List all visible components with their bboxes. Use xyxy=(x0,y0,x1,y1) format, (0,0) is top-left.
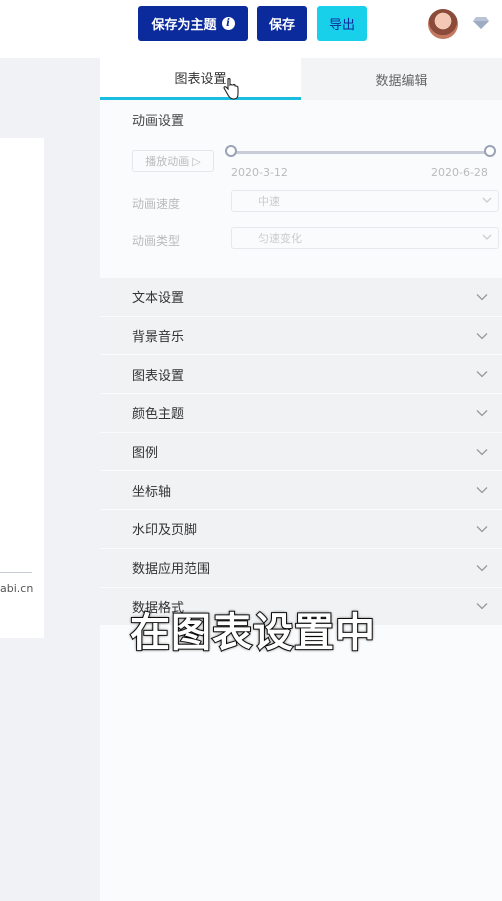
section-text-settings[interactable]: 文本设置 xyxy=(100,278,502,317)
play-icon: ▷ xyxy=(192,154,201,168)
chevron-down-icon xyxy=(476,332,488,339)
tab-chart-settings[interactable]: 图表设置 xyxy=(100,58,301,100)
section-label: 背景音乐 xyxy=(132,330,185,346)
slider-end-handle[interactable] xyxy=(484,145,496,157)
section-data-range[interactable]: 数据应用范围 xyxy=(100,548,502,588)
footer-divider xyxy=(0,572,32,573)
section-watermark-footer[interactable]: 水印及页脚 xyxy=(100,510,502,549)
avatar[interactable] xyxy=(428,9,458,39)
slider-start-handle[interactable] xyxy=(225,145,237,157)
chevron-down-icon xyxy=(476,564,488,572)
settings-accordion: 文本设置 背景音乐 图表设置 颜色主题 图例 坐标轴 水印及页脚 数据应用范围 … xyxy=(100,278,502,627)
save-button[interactable]: 保存 xyxy=(257,6,307,41)
info-icon[interactable]: i xyxy=(221,17,235,30)
save-as-theme-button[interactable]: 保存为主题 i xyxy=(138,6,248,41)
section-label: 图表设置 xyxy=(132,368,185,384)
start-date: 2020-3-12 xyxy=(231,166,288,179)
chart-canvas-area: abi.cn xyxy=(0,58,100,901)
save-as-theme-label: 保存为主题 xyxy=(151,17,217,32)
tab-data-edit[interactable]: 数据编辑 xyxy=(301,58,502,100)
section-label: 坐标轴 xyxy=(132,484,172,500)
section-label: 文本设置 xyxy=(132,291,185,307)
chevron-down-icon xyxy=(476,293,488,301)
export-button[interactable]: 导出 xyxy=(317,6,367,41)
settings-panel: 图表设置 数据编辑 动画设置 播放动画 ▷ 2020-3-12 2020-6-2… xyxy=(100,58,502,901)
diamond-icon[interactable] xyxy=(472,16,490,30)
chevron-down-icon xyxy=(476,526,488,533)
type-value: 匀速变化 xyxy=(258,232,302,245)
end-date: 2020-6-28 xyxy=(431,166,488,179)
section-axis[interactable]: 坐标轴 xyxy=(100,471,502,511)
video-subtitle: 在图表设置中 xyxy=(129,609,376,657)
chart-card xyxy=(0,138,44,638)
speed-value: 中速 xyxy=(258,195,280,208)
chevron-down-icon xyxy=(476,371,488,378)
section-background-music[interactable]: 背景音乐 xyxy=(100,316,502,356)
speed-select[interactable]: 中速 xyxy=(231,190,499,212)
chevron-down-icon xyxy=(482,197,492,203)
section-label: 颜色主题 xyxy=(132,407,185,423)
chevron-down-icon xyxy=(482,234,492,240)
chevron-down-icon xyxy=(476,487,488,494)
play-animation-button[interactable]: 播放动画 ▷ xyxy=(132,150,214,172)
top-toolbar: 保存为主题 i 保存 导出 xyxy=(0,0,502,58)
section-label: 水印及页脚 xyxy=(132,523,198,539)
chevron-down-icon xyxy=(476,603,488,610)
hand-cursor-icon xyxy=(223,78,239,100)
date-range-slider[interactable] xyxy=(231,151,491,154)
chevron-down-icon xyxy=(476,448,488,456)
speed-label: 动画速度 xyxy=(132,197,181,211)
type-select[interactable]: 匀速变化 xyxy=(231,227,499,249)
section-color-theme[interactable]: 颜色主题 xyxy=(100,394,502,433)
chevron-down-icon xyxy=(476,409,488,417)
footer-text: abi.cn xyxy=(0,582,34,595)
section-legend[interactable]: 图例 xyxy=(100,432,502,472)
panel-tabs: 图表设置 数据编辑 xyxy=(100,58,502,100)
section-label: 图例 xyxy=(132,446,159,462)
section-label: 数据应用范围 xyxy=(132,562,211,578)
play-animation-label: 播放动画 xyxy=(145,155,190,168)
section-chart-settings[interactable]: 图表设置 xyxy=(100,355,502,395)
animation-section-title[interactable]: 动画设置 xyxy=(132,110,184,129)
type-label: 动画类型 xyxy=(132,234,181,248)
